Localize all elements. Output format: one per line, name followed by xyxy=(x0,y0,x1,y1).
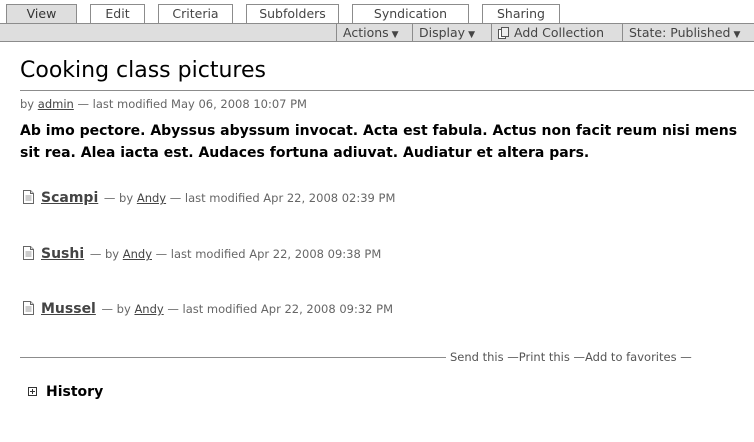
item-by: — by xyxy=(89,247,120,261)
list-item: Mussel — by Andy — last modified Apr 22,… xyxy=(22,301,393,317)
item-author-link[interactable]: Andy xyxy=(134,302,163,316)
plus-icon xyxy=(28,387,37,396)
tab-syndication[interactable]: Syndication xyxy=(352,4,469,24)
list-item: Sushi — by Andy — last modified Apr 22, … xyxy=(22,246,381,262)
tab-edit[interactable]: Edit xyxy=(90,4,145,24)
display-menu[interactable]: Display ▼ xyxy=(412,24,481,42)
tab-criteria[interactable]: Criteria xyxy=(158,4,233,24)
add-collection-button[interactable]: Add Collection xyxy=(491,24,610,42)
item-author-link[interactable]: Andy xyxy=(137,191,166,205)
display-label: Display xyxy=(419,25,466,40)
content-views-tabs: View Edit Criteria Subfolders Syndicatio… xyxy=(0,0,754,25)
document-icon xyxy=(23,190,34,204)
item-by: — by xyxy=(103,191,134,205)
item-title-link[interactable]: Scampi xyxy=(41,190,98,206)
caret-down-icon: ▼ xyxy=(733,30,741,40)
caret-down-icon: ▼ xyxy=(468,30,475,40)
caret-down-icon: ▼ xyxy=(391,30,399,40)
item-modified: — last modified Apr 22, 2008 09:38 PM xyxy=(155,247,382,261)
actions-label: Actions xyxy=(343,25,389,40)
document-icon xyxy=(23,246,34,260)
state-label: State: Published xyxy=(629,25,731,40)
actions-menu[interactable]: Actions ▼ xyxy=(336,24,405,42)
add-collection-label: Add Collection xyxy=(514,25,605,40)
separator-dash: — xyxy=(680,350,692,364)
document-icon xyxy=(23,301,34,315)
document-actions-links: Send this —Print this —Add to favorites … xyxy=(450,350,692,364)
separator-dash: — xyxy=(573,350,586,364)
tab-sharing[interactable]: Sharing xyxy=(482,4,560,24)
item-author-link[interactable]: Andy xyxy=(123,247,152,261)
page-title: Cooking class pictures xyxy=(20,58,266,83)
item-title-link[interactable]: Sushi xyxy=(41,246,84,262)
add-to-favorites-link[interactable]: Add to favorites xyxy=(585,350,677,364)
tab-view[interactable]: View xyxy=(6,4,77,25)
document-byline: by admin — last modified May 06, 2008 10… xyxy=(20,97,307,111)
item-by: — by xyxy=(101,302,131,316)
byline-prefix: by xyxy=(20,97,35,111)
title-divider xyxy=(20,90,754,91)
add-collection-icon xyxy=(498,27,509,39)
state-menu[interactable]: State: Published ▼ xyxy=(622,24,746,42)
document-actions-divider xyxy=(20,357,446,358)
item-modified: — last modified Apr 22, 2008 09:32 PM xyxy=(167,302,393,316)
print-this-link[interactable]: Print this xyxy=(519,350,570,364)
document-description: Ab imo pectore. Abyssus abyssum invocat.… xyxy=(20,123,738,161)
tab-subfolders[interactable]: Subfolders xyxy=(246,4,339,24)
separator-dash: — xyxy=(507,350,519,364)
document-actions: Send this —Print this —Add to favorites … xyxy=(20,350,754,364)
item-title-link[interactable]: Mussel xyxy=(41,301,96,317)
content-actions-bar: Actions ▼ Display ▼ Add Collection State: … xyxy=(0,23,754,42)
history-toggle[interactable]: History xyxy=(28,384,103,400)
history-label: History xyxy=(46,384,104,400)
item-modified: — last modified Apr 22, 2008 02:39 PM xyxy=(169,191,396,205)
author-link[interactable]: admin xyxy=(38,97,74,111)
list-item: Scampi — by Andy — last modified Apr 22,… xyxy=(22,190,395,206)
send-this-link[interactable]: Send this xyxy=(450,350,504,364)
modified-date: — last modified May 06, 2008 10:07 PM xyxy=(77,97,307,111)
